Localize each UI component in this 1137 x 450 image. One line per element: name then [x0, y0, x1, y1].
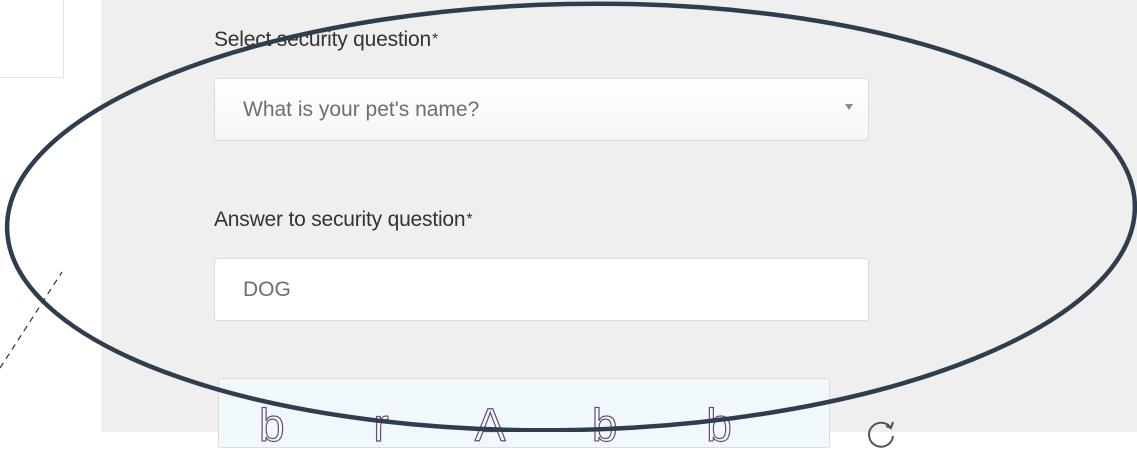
left-panel-box — [0, 0, 64, 78]
captcha-text: b r A b b — [259, 399, 770, 448]
required-asterisk: * — [431, 31, 439, 48]
security-answer-input[interactable] — [214, 258, 869, 321]
captcha-image: b r A b b — [218, 378, 830, 448]
security-question-label: Select security question* — [214, 28, 438, 52]
captcha-glyphs: b r A b b — [258, 398, 770, 448]
security-question-select[interactable]: What is your pet's name? — [214, 78, 869, 141]
security-answer-label-text: Answer to security question — [214, 208, 466, 231]
security-question-label-text: Select security question — [214, 28, 431, 51]
security-answer-label: Answer to security question* — [214, 208, 473, 232]
required-asterisk: * — [466, 211, 473, 228]
left-pane — [0, 0, 101, 432]
security-question-selected-value: What is your pet's name? — [243, 98, 480, 121]
chevron-down-icon — [845, 104, 853, 110]
refresh-captcha-icon[interactable] — [864, 416, 898, 450]
